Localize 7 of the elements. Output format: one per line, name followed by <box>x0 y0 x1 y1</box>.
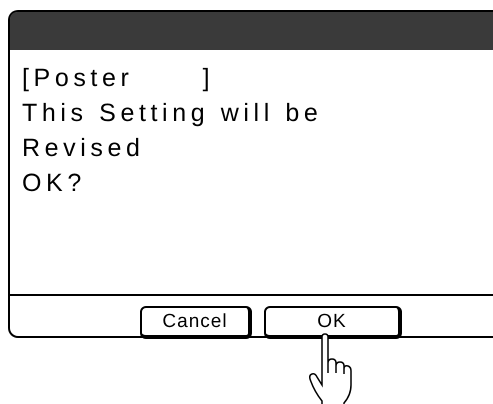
message-line: [Poster ] <box>22 63 216 94</box>
hand-pointer-icon <box>308 333 352 404</box>
dialog-button[interactable]: OK <box>264 306 402 339</box>
message-line: OK? <box>22 168 87 199</box>
dialog-button[interactable]: Cancel <box>140 306 252 339</box>
message-line: This Setting will be <box>22 98 324 129</box>
message-line: Revised <box>22 133 146 164</box>
